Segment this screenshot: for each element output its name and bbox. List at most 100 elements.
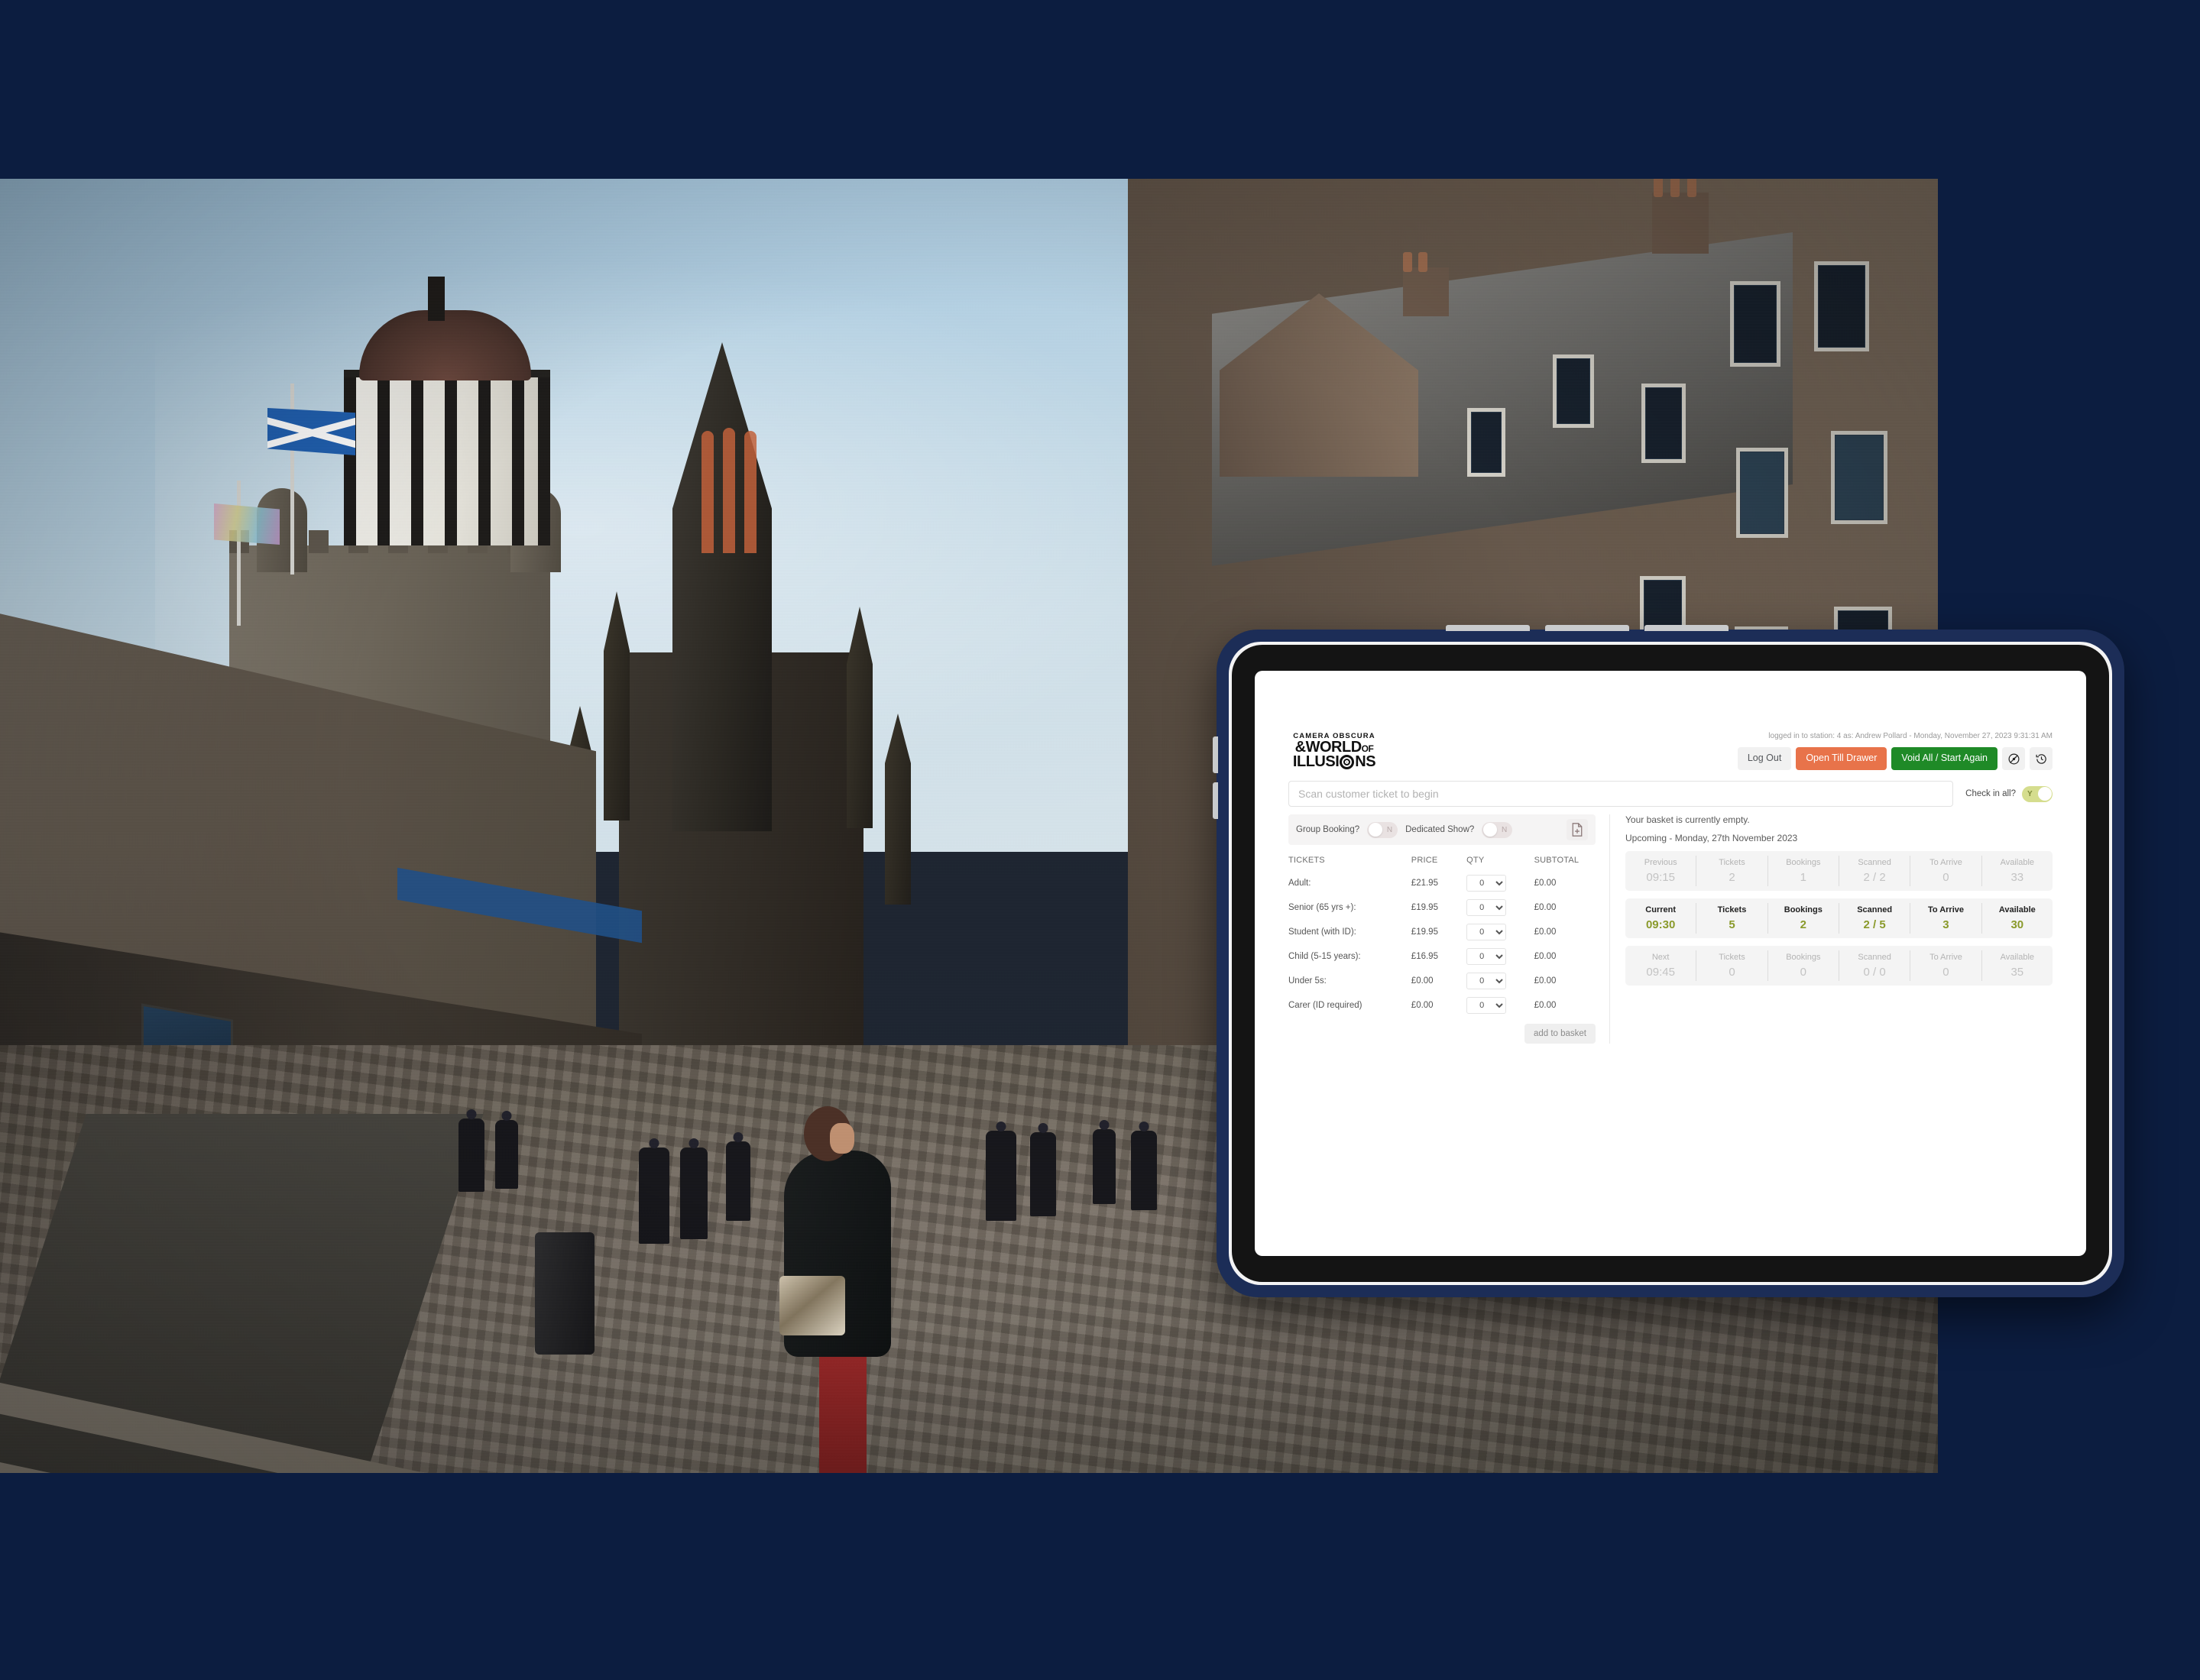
- pos-application: CAMERA OBSCURA &WORLDOF ILLUSI NS logged…: [1255, 671, 2086, 1044]
- dedicated-show-label: Dedicated Show?: [1405, 825, 1475, 834]
- void-all-start-again-button[interactable]: Void All / Start Again: [1891, 747, 1997, 770]
- tablet-screen: CAMERA OBSCURA &WORLDOF ILLUSI NS logged…: [1255, 671, 2086, 1256]
- scotland-flag: [267, 408, 355, 455]
- ticket-row: Senior (65 yrs +): £19.95 0 £0.00: [1288, 895, 1596, 920]
- session-col-value: 3: [1942, 918, 1949, 931]
- ticket-row: Carer (ID required) £0.00 0 £0.00: [1288, 993, 1596, 1018]
- col-header-tickets: TICKETS: [1288, 856, 1325, 865]
- pedestrian: [680, 1148, 708, 1239]
- session-col-header: Scanned: [1858, 858, 1891, 867]
- session-col-header: To Arrive: [1929, 953, 1962, 962]
- session-col-value: 5: [1729, 918, 1735, 931]
- ticket-row: Under 5s: £0.00 0 £0.00: [1288, 969, 1596, 993]
- session-col-header: Tickets: [1719, 953, 1745, 962]
- spire-lancet-light: [701, 431, 714, 553]
- logo-illusi: ILLUSI: [1292, 753, 1340, 770]
- group-booking-toggle[interactable]: N: [1367, 821, 1398, 838]
- scan-ticket-input[interactable]: [1288, 781, 1954, 807]
- add-to-basket-button[interactable]: add to basket: [1524, 1024, 1596, 1044]
- power-button[interactable]: [1446, 625, 1530, 631]
- session-cell: Tickets 2: [1696, 856, 1767, 886]
- session-col-value: 09:15: [1646, 871, 1675, 884]
- session-col-value: 0 / 0: [1863, 966, 1886, 979]
- log-out-button[interactable]: Log Out: [1737, 747, 1792, 770]
- tablet-bezel: CAMERA OBSCURA &WORLDOF ILLUSI NS logged…: [1232, 645, 2109, 1282]
- ticket-subtotal: £0.00: [1534, 927, 1557, 937]
- check-in-all-toggle[interactable]: Y: [2022, 785, 2053, 802]
- gauge-icon[interactable]: [2002, 747, 2025, 770]
- history-icon[interactable]: [2030, 747, 2053, 770]
- volume-button[interactable]: [1213, 736, 1218, 773]
- chimney-stack: [1652, 193, 1709, 254]
- col-header-subtotal: SUBTOTAL: [1534, 856, 1580, 865]
- ticket-row: Adult: £21.95 0 £0.00: [1288, 871, 1596, 895]
- document-plus-icon[interactable]: [1567, 819, 1588, 840]
- chimney-pot: [1654, 179, 1663, 197]
- check-in-all-label: Check in all?: [1965, 789, 2016, 798]
- session-row-next[interactable]: Next 09:45 Tickets 0 Bookings 0 Scanned 0 / 0 To…: [1625, 946, 2053, 986]
- chimney-pot: [1670, 179, 1680, 197]
- session-row-current[interactable]: Current 09:30 Tickets 5 Bookings 2 Scanned 2 / …: [1625, 898, 2053, 938]
- power-button[interactable]: [1545, 625, 1629, 631]
- dedicated-show-toggle[interactable]: N: [1482, 821, 1513, 838]
- app-body: Group Booking? N Dedicated Show? N TICKE…: [1288, 814, 2053, 1044]
- ticket-qty-select[interactable]: 0: [1466, 973, 1507, 989]
- session-col-header: To Arrive: [1929, 858, 1962, 867]
- litter-bin: [535, 1232, 595, 1355]
- ticket-type-label: Senior (65 yrs +):: [1288, 903, 1356, 912]
- window: [1831, 431, 1887, 524]
- session-cell: Bookings 1: [1767, 856, 1839, 886]
- open-till-drawer-button[interactable]: Open Till Drawer: [1796, 747, 1887, 770]
- ticket-price: £16.95: [1411, 952, 1438, 961]
- pedestrian-handbag: [779, 1276, 845, 1335]
- session-col-header: Bookings: [1786, 858, 1821, 867]
- ticket-types-table: TICKETS PRICE QTY SUBTOTAL Adult: £21.95 0…: [1288, 851, 1596, 1018]
- session-col-value: 33: [2010, 871, 2024, 884]
- tablet-device-frame: CAMERA OBSCURA &WORLDOF ILLUSI NS logged…: [1213, 625, 2124, 1297]
- ticket-subtotal: £0.00: [1534, 903, 1557, 912]
- session-cell: Tickets 0: [1696, 950, 1767, 981]
- session-cell: Tickets 5: [1696, 903, 1767, 934]
- camera-obscura-lantern: [344, 370, 550, 545]
- ticket-qty-select[interactable]: 0: [1466, 899, 1507, 916]
- volume-button[interactable]: [1213, 782, 1218, 819]
- dedicated-show-state: N: [1502, 825, 1508, 834]
- ticket-subtotal: £0.00: [1534, 976, 1557, 986]
- ticket-type-label: Under 5s:: [1288, 976, 1327, 986]
- session-row-previous[interactable]: Previous 09:15 Tickets 2 Bookings 1 Scanned 2 /…: [1625, 851, 2053, 891]
- session-col-value: 09:45: [1646, 966, 1675, 979]
- session-col-value: 2 / 2: [1863, 871, 1886, 884]
- ticket-type-label: Carer (ID required): [1288, 1001, 1362, 1010]
- ticket-column: Group Booking? N Dedicated Show? N TICKE…: [1288, 814, 1609, 1044]
- pedestrian: [1030, 1132, 1056, 1216]
- session-cell: Bookings 0: [1767, 950, 1839, 981]
- window: [1736, 448, 1788, 538]
- session-cell: Scanned 2 / 2: [1838, 856, 1910, 886]
- ticket-type-label: Adult:: [1288, 879, 1311, 888]
- ticket-qty-select[interactable]: 0: [1466, 875, 1507, 892]
- pedestrian: [1131, 1131, 1157, 1210]
- ticket-qty-select[interactable]: 0: [1466, 948, 1507, 965]
- ticket-price: £21.95: [1411, 879, 1438, 888]
- tablet-outer-edge: CAMERA OBSCURA &WORLDOF ILLUSI NS logged…: [1229, 642, 2112, 1285]
- ticket-qty-select[interactable]: 0: [1466, 997, 1507, 1014]
- session-cell: Available 33: [1981, 856, 2053, 886]
- session-col-header: Scanned: [1857, 905, 1893, 914]
- window: [1814, 261, 1869, 351]
- spire-lancet-light: [723, 428, 735, 553]
- col-header-qty: QTY: [1466, 856, 1485, 865]
- session-col-header: Bookings: [1784, 905, 1823, 914]
- session-cell: Scanned 0 / 0: [1838, 950, 1910, 981]
- window: [1553, 354, 1594, 428]
- ticket-subtotal: £0.00: [1534, 952, 1557, 961]
- session-col-value: 09:30: [1645, 918, 1676, 931]
- ticket-qty-select[interactable]: 0: [1466, 924, 1507, 940]
- ticket-row: Child (5-15 years): £16.95 0 £0.00: [1288, 944, 1596, 969]
- power-button[interactable]: [1644, 625, 1729, 631]
- session-col-value: 30: [2010, 918, 2024, 931]
- session-cell: To Arrive 3: [1910, 903, 1981, 934]
- app-header: CAMERA OBSCURA &WORLDOF ILLUSI NS logged…: [1288, 732, 2053, 770]
- logo-ns: NS: [1355, 753, 1376, 770]
- chimney-pot: [1687, 179, 1696, 197]
- session-cell: Next 09:45: [1625, 950, 1696, 981]
